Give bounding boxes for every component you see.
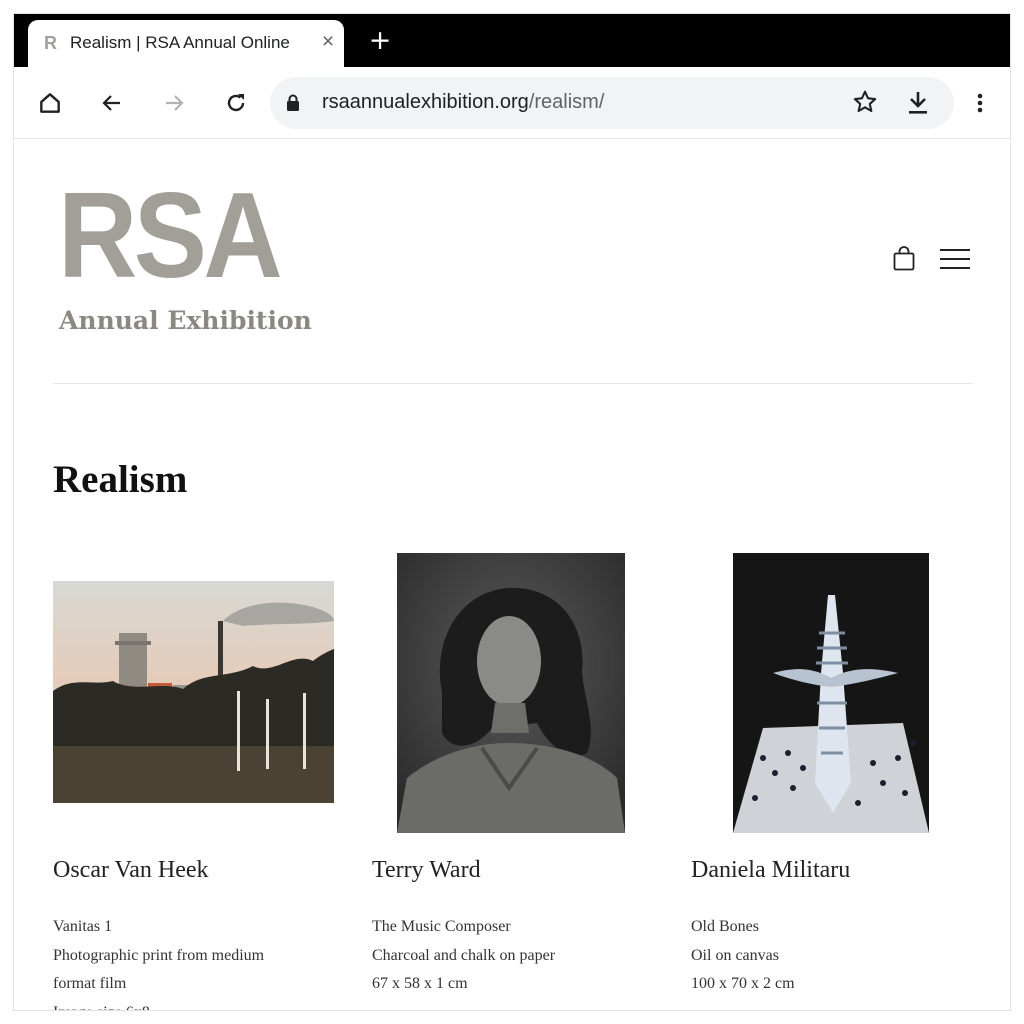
url-text[interactable]: rsaannualexhibition.org/realism/ <box>322 91 604 114</box>
site-logo-subtitle[interactable]: Annual Exhibition <box>59 306 312 335</box>
browser-window: R Realism | RSA Annual Online × + rsaann… <box>13 13 1011 1011</box>
star-icon[interactable] <box>852 89 878 120</box>
artwork-medium: Charcoal and chalk on paper <box>372 946 556 964</box>
url-path: /realism/ <box>528 91 605 113</box>
close-tab-icon[interactable]: × <box>316 30 340 54</box>
artwork-details: Vanitas 1 Photographic print from medium… <box>53 913 303 1011</box>
artist-name[interactable]: Terry Ward <box>372 857 481 884</box>
forward-arrow-icon[interactable] <box>158 87 190 119</box>
header-divider <box>53 383 973 384</box>
artwork-image-old-bones[interactable] <box>733 553 929 833</box>
site-logo[interactable]: RSA <box>58 174 283 296</box>
download-icon[interactable] <box>906 90 930 121</box>
artwork-medium: Photographic print from medium format fi… <box>53 946 265 993</box>
page-title: Realism <box>53 458 188 501</box>
artwork-medium: Oil on canvas <box>691 946 779 964</box>
hamburger-menu-icon[interactable] <box>939 248 971 275</box>
shopping-bag-icon[interactable] <box>892 246 916 277</box>
web-page: RSA Annual Exhibition Realism Oscar Van … <box>14 140 1010 1011</box>
new-tab-button[interactable]: + <box>366 27 394 56</box>
artwork-dimensions: 67 x 58 x 1 cm <box>372 975 468 992</box>
artist-name[interactable]: Daniela Militaru <box>691 857 850 884</box>
artwork-details: Old Bones Oil on canvas 100 x 70 x 2 cm <box>691 913 951 999</box>
address-bar[interactable]: rsaannualexhibition.org/realism/ <box>270 77 954 129</box>
kebab-menu-icon[interactable] <box>964 87 996 119</box>
artist-name[interactable]: Oscar Van Heek <box>53 857 209 884</box>
url-domain: rsaannualexhibition.org <box>322 91 529 113</box>
site-favicon-icon: R <box>44 33 57 53</box>
artwork-details: The Music Composer Charcoal and chalk on… <box>372 913 632 999</box>
tab-strip: R Realism | RSA Annual Online × + <box>14 14 1010 67</box>
tab-title: Realism | RSA Annual Online <box>70 33 290 52</box>
reload-icon[interactable] <box>220 87 252 119</box>
back-arrow-icon[interactable] <box>96 87 128 119</box>
lock-icon[interactable] <box>286 94 300 117</box>
artwork-title: Old Bones <box>691 918 759 935</box>
browser-toolbar: rsaannualexhibition.org/realism/ <box>14 67 1010 139</box>
artwork-dimensions: 100 x 70 x 2 cm <box>691 975 795 992</box>
artwork-image-music-composer[interactable] <box>397 553 625 833</box>
artwork-extra: Image size 6x8 ... <box>53 999 303 1011</box>
artwork-title: The Music Composer <box>372 918 511 935</box>
artwork-title: Vanitas 1 <box>53 918 113 935</box>
active-tab[interactable]: R Realism | RSA Annual Online × <box>28 20 344 67</box>
home-icon[interactable] <box>34 87 66 119</box>
artwork-image-vanitas[interactable] <box>53 581 334 803</box>
